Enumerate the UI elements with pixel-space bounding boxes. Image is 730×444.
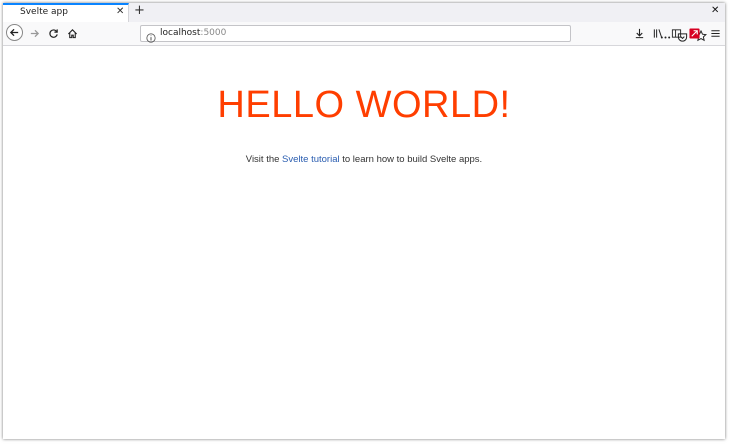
tab-close-icon[interactable]: ✕ <box>116 6 124 17</box>
back-icon[interactable] <box>6 24 23 41</box>
new-tab-icon[interactable]: + <box>134 3 145 18</box>
home-icon[interactable] <box>64 25 80 41</box>
tagline: Visit the Svelte tutorial to learn how t… <box>3 154 725 165</box>
forward-icon[interactable] <box>26 25 42 41</box>
tab-title: Svelte app <box>20 7 68 17</box>
extension-icon[interactable] <box>686 25 702 41</box>
tagline-prefix: Visit the <box>245 154 283 165</box>
sidebar-icon[interactable] <box>668 25 684 41</box>
url-text[interactable]: localhost:5000 <box>160 28 226 38</box>
hello-heading: HELLO WORLD! <box>217 84 511 126</box>
page-content: HELLO WORLD! Visit the Svelte tutorial t… <box>3 46 725 439</box>
url-port: :5000 <box>200 28 227 38</box>
url-host: localhost <box>160 28 201 38</box>
browser-window: Svelte app ✕ + ✕ localhost:5000 HELLO WO… <box>3 3 725 439</box>
tagline-suffix: to learn how to build Svelte apps. <box>339 154 483 165</box>
svelte-tutorial-link[interactable]: Svelte tutorial <box>282 154 340 165</box>
menu-icon[interactable] <box>707 25 723 41</box>
info-icon[interactable] <box>146 28 156 47</box>
navigation-toolbar: localhost:5000 <box>3 22 725 46</box>
tab-strip: Svelte app ✕ + ✕ <box>3 3 725 22</box>
tab-svelte-app[interactable]: Svelte app ✕ <box>3 3 129 22</box>
library-icon[interactable] <box>650 25 666 41</box>
window-close-icon[interactable]: ✕ <box>711 5 719 16</box>
url-bar[interactable]: localhost:5000 <box>140 25 708 43</box>
reload-icon[interactable] <box>45 25 61 41</box>
download-icon[interactable] <box>631 25 647 41</box>
